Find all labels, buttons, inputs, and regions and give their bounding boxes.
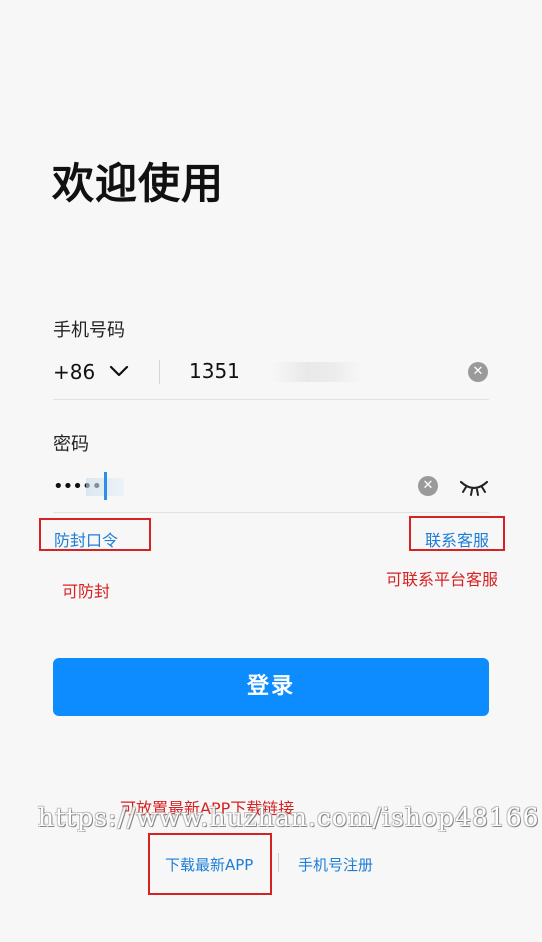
redacted-mask (271, 362, 361, 382)
divider (278, 853, 279, 872)
country-code[interactable]: +86 (53, 360, 95, 384)
eye-closed-icon[interactable] (458, 472, 490, 500)
annotation-box (409, 516, 505, 551)
annotation-box (148, 833, 272, 895)
annotation-box (39, 518, 151, 551)
phone-underline (53, 399, 489, 400)
page-title: 欢迎使用 (52, 159, 225, 208)
watermark: https://www.huzhan.com/ishop48166 (38, 803, 540, 832)
password-label: 密码 (53, 434, 89, 455)
chevron-down-icon[interactable] (108, 360, 130, 382)
annotation-note: 可联系平台客服 (386, 570, 499, 589)
password-underline (53, 512, 489, 513)
annotation-note: 可防封 (62, 582, 111, 601)
clear-circle-icon[interactable]: ✕ (468, 362, 488, 382)
phone-label: 手机号码 (53, 320, 125, 341)
clear-circle-icon[interactable]: ✕ (418, 476, 438, 496)
login-button[interactable]: 登录 (53, 658, 489, 716)
password-field: ✕ (53, 466, 489, 510)
register-link[interactable]: 手机号注册 (298, 854, 373, 875)
phone-field: +86 ✕ (53, 352, 489, 398)
divider (159, 360, 160, 384)
text-cursor (104, 472, 107, 500)
